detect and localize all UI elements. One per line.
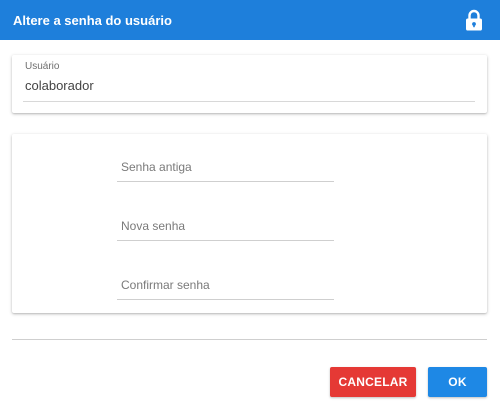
change-password-dialog: Altere a senha do usuário Usuário colabo… <box>0 0 500 410</box>
confirm-password-field <box>117 271 334 301</box>
confirm-password-input[interactable] <box>117 271 334 300</box>
dialog-header: Altere a senha do usuário <box>0 0 500 40</box>
cancel-button[interactable]: CANCELAR <box>330 367 416 397</box>
dialog-title: Altere a senha do usuário <box>13 12 172 28</box>
user-field-label: Usuário <box>25 61 60 72</box>
old-password-field <box>117 153 334 183</box>
password-card <box>12 134 487 313</box>
new-password-input[interactable] <box>117 212 334 241</box>
actions-divider <box>12 339 487 340</box>
user-card: Usuário colaborador <box>12 55 487 113</box>
lock-icon <box>466 9 482 31</box>
new-password-field <box>117 212 334 242</box>
ok-button[interactable]: OK <box>428 367 487 397</box>
user-field-value: colaborador <box>25 78 94 93</box>
user-field-underline <box>23 101 475 102</box>
old-password-input[interactable] <box>117 153 334 182</box>
